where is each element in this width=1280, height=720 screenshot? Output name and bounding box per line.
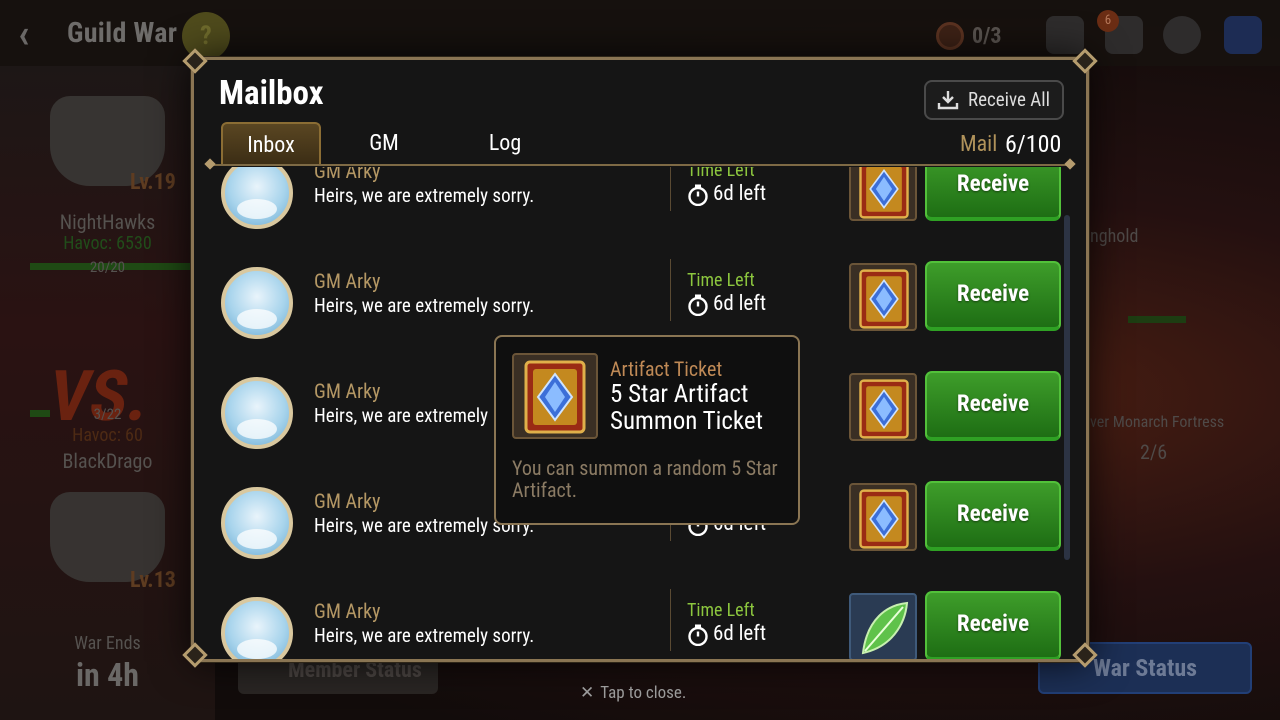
tooltip-category: Artifact Ticket (610, 357, 723, 381)
opponent-havoc: Havoc: 60 (72, 425, 143, 446)
artifact-ticket-icon (512, 353, 598, 439)
mail-row[interactable]: GM ArkyHeirs, we are extremely sorry. Tim… (194, 589, 1074, 659)
time-left-value: 6d left (687, 622, 766, 646)
artifact-ticket-icon[interactable] (849, 483, 917, 551)
receive-all-button[interactable]: Receive All (924, 80, 1064, 120)
tap-to-close-label: Tap to close. (600, 683, 687, 703)
stronghold-label: nghold (1090, 226, 1139, 247)
tooltip-description: You can summon a random 5 Star Artifact. (512, 456, 778, 502)
gm-avatar (221, 487, 293, 559)
green-leaf-icon[interactable] (849, 593, 917, 659)
time-left-value: 6d left (687, 182, 766, 206)
row-divider (670, 259, 671, 321)
tab-log[interactable]: Log (455, 122, 555, 166)
screen-title: Guild War (67, 16, 178, 49)
war-ends-label: War Ends (74, 633, 141, 654)
fortress-label: ver Monarch Fortress (1090, 412, 1225, 431)
back-arrow-icon[interactable]: ‹ (18, 14, 58, 54)
artifact-ticket-icon[interactable] (849, 373, 917, 441)
guild-havoc: Havoc: 6530 (63, 233, 152, 254)
download-icon (937, 91, 959, 110)
attempts-icon (936, 22, 964, 50)
tap-to-close-hint[interactable]: ✕ Tap to close. (580, 683, 686, 703)
opponent-members: 3/22 (93, 405, 122, 423)
guild-panel: Lv.19 NightHawks Havoc: 6530 20/20 VS. 3… (0, 66, 215, 720)
row-divider (670, 167, 671, 211)
stopwatch-icon (688, 624, 708, 646)
mail-sender: GM Arky (314, 269, 381, 293)
gm-avatar (221, 167, 293, 229)
receive-all-label: Receive All (968, 88, 1050, 111)
receive-button[interactable]: Receive (925, 371, 1061, 441)
time-left-text: 6d left (713, 182, 767, 206)
time-left-text: 6d left (713, 292, 767, 316)
gm-avatar (221, 267, 293, 339)
stopwatch-icon (688, 294, 708, 316)
tooltip-item-name: 5 Star Artifact Summon Ticket (610, 380, 764, 436)
mail-sender: GM Arky (314, 489, 381, 513)
mail-count-label: Mail (960, 132, 998, 157)
mail-message: Heirs, we are extremely sorry. (314, 294, 535, 317)
receive-button[interactable]: Receive (925, 167, 1061, 221)
war-ends-value: in 4h (75, 656, 140, 694)
mail-badge: 6 (1097, 10, 1119, 32)
mail-message: Heirs, we are extremely sorry. (314, 624, 535, 647)
dialog-title: Mailbox (219, 74, 324, 113)
mail-list-scrollbar[interactable] (1064, 215, 1070, 560)
tab-inbox[interactable]: Inbox (221, 122, 321, 166)
time-left-label: Time Left (687, 167, 755, 181)
guild-level: Lv.19 (130, 170, 176, 195)
row-divider (670, 589, 671, 651)
guild-name: NightHawks (59, 210, 156, 234)
mail-message: Heirs, we are extremely (314, 404, 489, 427)
time-left-label: Time Left (687, 270, 755, 291)
menu-grid-icon[interactable] (1224, 16, 1262, 54)
mail-message: Heirs, we are extremely sorry. (314, 184, 535, 207)
opponent-level: Lv.13 (130, 568, 176, 593)
mail-sender: GM Arky (314, 599, 381, 623)
stronghold-bar (1128, 316, 1186, 323)
artifact-ticket-icon[interactable] (849, 263, 917, 331)
fortress-count: 2/6 (1140, 440, 1168, 464)
tab-divider (210, 164, 1070, 166)
opponent-name: BlackDrago (62, 449, 153, 473)
tab-gm[interactable]: GM (334, 122, 434, 166)
stopwatch-icon (688, 184, 708, 206)
gm-avatar (221, 597, 293, 659)
time-left-value: 6d left (687, 292, 766, 316)
inventory-icon[interactable] (1046, 16, 1084, 54)
mail-sender: GM Arky (314, 379, 381, 403)
receive-button[interactable]: Receive (925, 261, 1061, 331)
artifact-ticket-icon[interactable] (849, 167, 917, 221)
time-left-label: Time Left (687, 600, 755, 621)
chat-icon[interactable] (1163, 16, 1201, 54)
gm-avatar (221, 377, 293, 449)
attempts-counter: 0/3 (972, 24, 1002, 49)
mail-row[interactable]: GM ArkyHeirs, we are extremely sorry. Tim… (194, 167, 1074, 267)
mail-sender: GM Arky (314, 167, 381, 183)
guild-members: 20/20 (89, 258, 126, 276)
receive-button[interactable]: Receive (925, 481, 1061, 551)
time-left-text: 6d left (713, 622, 767, 646)
item-tooltip: Artifact Ticket 5 Star Artifact Summon T… (494, 335, 800, 525)
close-icon: ✕ (580, 683, 595, 703)
mail-count-value: 6/100 (1005, 130, 1062, 158)
receive-button[interactable]: Receive (925, 591, 1061, 659)
